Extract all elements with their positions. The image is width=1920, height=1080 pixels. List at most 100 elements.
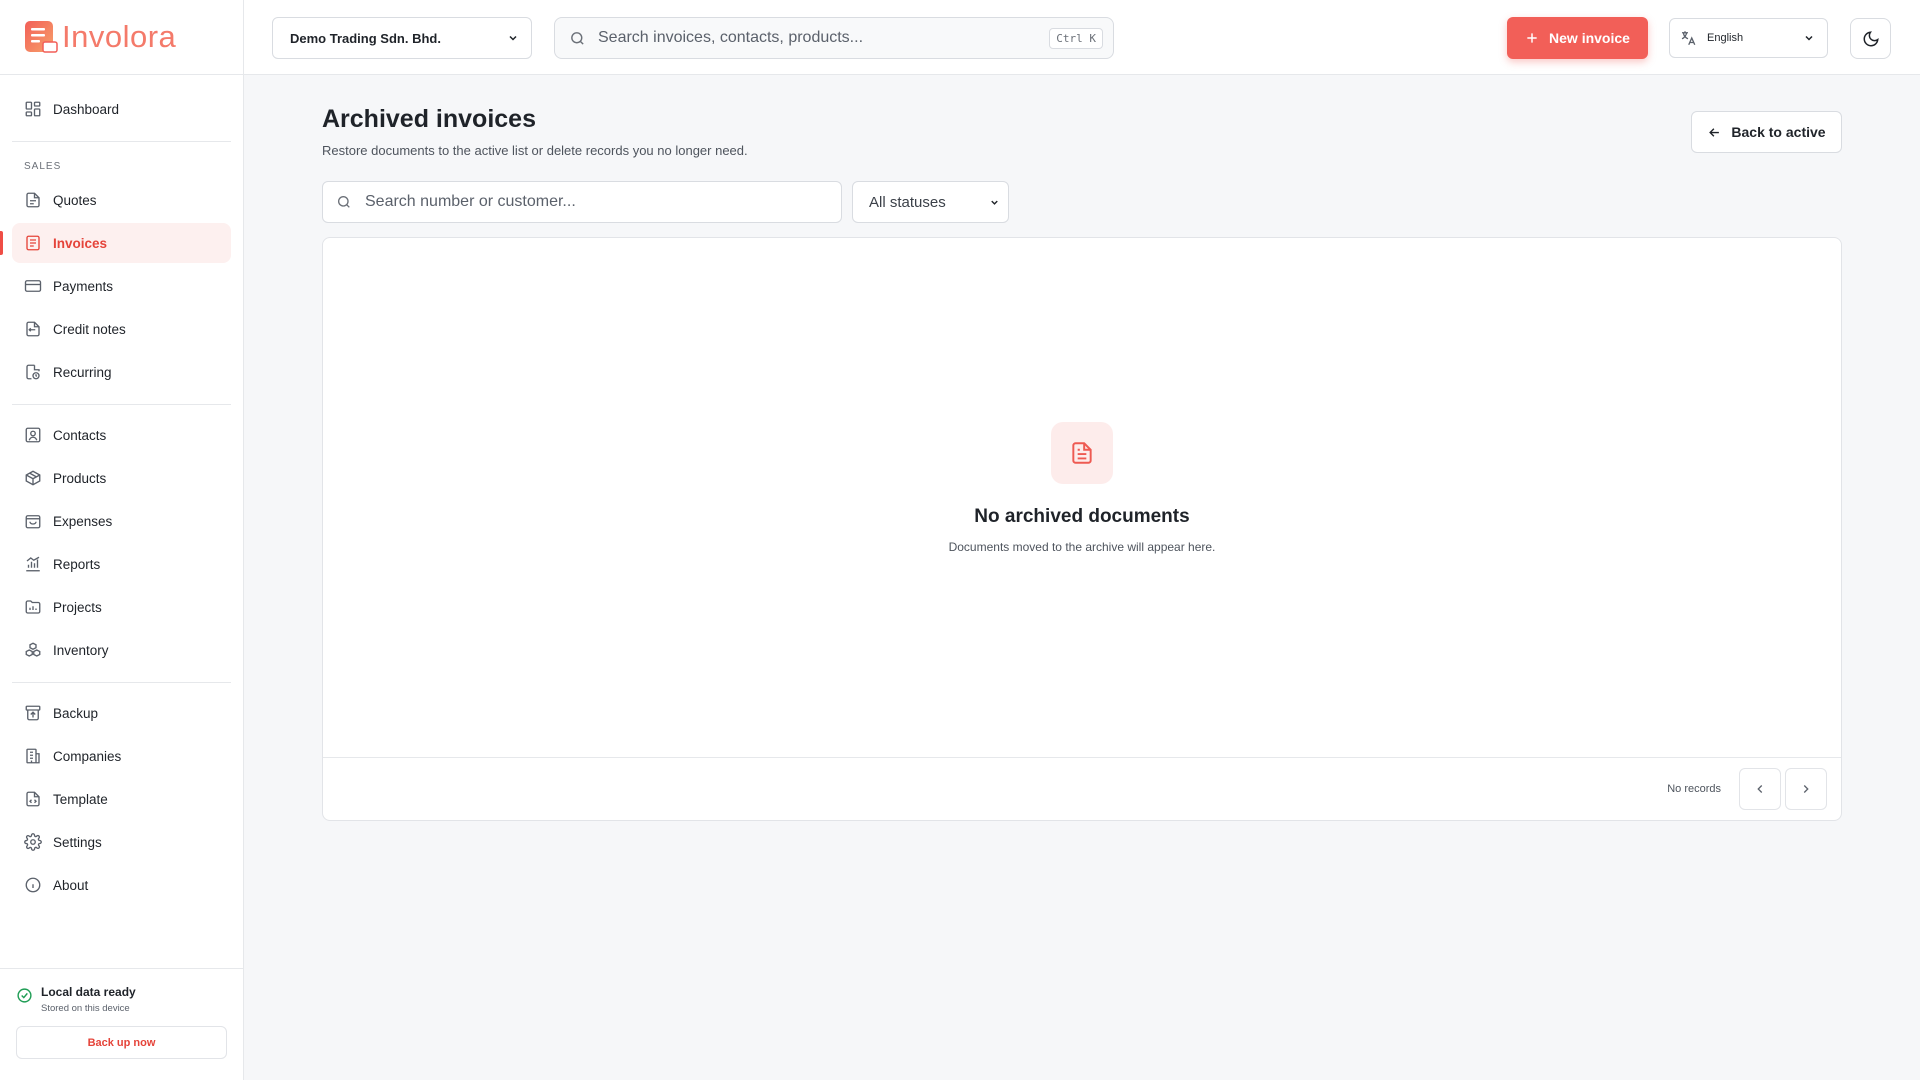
chevron-down-icon <box>509 35 517 41</box>
brand[interactable]: Involora <box>0 0 243 75</box>
topbar: Demo Trading Sdn. Bhd. Ctrl K New invoic… <box>244 0 1920 75</box>
status-filter-value: All statuses <box>869 193 946 211</box>
sidebar-item-about[interactable]: About <box>12 865 231 905</box>
empty-state: No archived documents Documents moved to… <box>323 422 1841 554</box>
back-to-active-label: Back to active <box>1731 124 1826 140</box>
sidebar-item-products[interactable]: Products <box>12 458 231 498</box>
sidebar: Involora Dashboard SALES Quotes Invoices… <box>0 0 244 1080</box>
sidebar-item-label: Quotes <box>53 192 97 208</box>
empty-state-subtitle: Documents moved to the archive will appe… <box>948 540 1216 554</box>
archive-icon <box>25 705 41 721</box>
sidebar-item-label: Companies <box>53 748 122 764</box>
brand-logo-icon <box>25 21 58 53</box>
sidebar-item-invoices[interactable]: Invoices <box>0 223 231 263</box>
translate-icon <box>1681 31 1696 46</box>
new-invoice-button[interactable]: New invoice <box>1507 17 1648 59</box>
theme-toggle-button[interactable] <box>1850 18 1891 59</box>
gear-icon <box>24 833 42 851</box>
box-icon <box>25 470 41 486</box>
sidebar-item-payments[interactable]: Payments <box>12 266 231 306</box>
boxes-icon <box>25 642 41 657</box>
chevron-down-icon <box>991 200 998 205</box>
new-invoice-label: New invoice <box>1549 30 1630 46</box>
sidebar-item-recurring[interactable]: Recurring <box>12 352 231 392</box>
chart-icon <box>26 556 40 572</box>
status-title: Local data ready <box>41 985 136 999</box>
global-search-input[interactable] <box>598 29 1050 47</box>
archive-table-panel: No archived documents Documents moved to… <box>322 237 1842 821</box>
sidebar-item-label: Inventory <box>53 642 109 658</box>
sidebar-item-contacts[interactable]: Contacts <box>12 415 231 455</box>
sidebar-item-label: Dashboard <box>53 101 120 117</box>
chevron-down-icon <box>1805 35 1813 41</box>
nav-divider <box>12 141 231 142</box>
sidebar-item-label: Products <box>53 470 107 486</box>
previous-page-button[interactable] <box>1739 768 1781 810</box>
quote-icon <box>26 192 40 208</box>
pagination-bar: No records <box>323 757 1841 820</box>
invoice-icon <box>26 235 40 251</box>
empty-state-icon-wrap <box>1051 422 1113 484</box>
sidebar-item-label: Expenses <box>53 513 113 529</box>
contacts-icon <box>25 427 41 443</box>
local-data-status: Local data ready Stored on this device <box>16 985 227 1014</box>
status-subtitle: Stored on this device <box>41 1003 130 1014</box>
nav-divider <box>12 682 231 683</box>
page-title: Archived invoices <box>322 105 536 133</box>
sidebar-item-expenses[interactable]: Expenses <box>12 501 231 541</box>
company-select[interactable]: Demo Trading Sdn. Bhd. <box>272 17 532 59</box>
sidebar-item-credit-notes[interactable]: Credit notes <box>12 309 231 349</box>
sidebar-item-label: Payments <box>53 278 114 294</box>
next-page-button[interactable] <box>1785 768 1827 810</box>
sidebar-item-label: Contacts <box>53 427 107 443</box>
sidebar-item-label: Template <box>53 791 108 807</box>
sidebar-item-label: About <box>53 877 89 893</box>
info-icon <box>25 877 41 893</box>
folder-icon <box>25 600 41 614</box>
moon-icon <box>1863 30 1879 46</box>
document-icon <box>1072 442 1092 464</box>
sidebar-item-backup[interactable]: Backup <box>12 693 231 733</box>
template-icon <box>26 791 40 807</box>
sidebar-item-template[interactable]: Template <box>12 779 231 819</box>
status-filter-select[interactable]: All statuses <box>852 181 1009 223</box>
archive-search[interactable] <box>322 181 842 223</box>
recurring-icon <box>26 364 40 380</box>
sidebar-item-reports[interactable]: Reports <box>12 544 231 584</box>
sidebar-footer: Local data ready Stored on this device B… <box>0 968 243 1080</box>
sidebar-nav: Dashboard SALES Quotes Invoices Payments… <box>0 75 243 905</box>
empty-state-title: No archived documents <box>974 506 1190 527</box>
global-search[interactable]: Ctrl K <box>554 17 1114 59</box>
back-up-now-button[interactable]: Back up now <box>16 1026 227 1059</box>
sidebar-item-label: Backup <box>53 705 99 721</box>
credit-note-icon <box>26 321 40 337</box>
sidebar-item-dashboard[interactable]: Dashboard <box>12 89 231 129</box>
sidebar-item-label: Settings <box>53 834 102 850</box>
archive-search-input[interactable] <box>365 193 841 211</box>
sidebar-item-label: Reports <box>53 556 101 572</box>
arrow-left-icon <box>1709 127 1720 137</box>
wallet-icon <box>25 515 41 529</box>
sidebar-item-companies[interactable]: Companies <box>12 736 231 776</box>
sidebar-item-settings[interactable]: Settings <box>12 822 231 862</box>
sidebar-item-inventory[interactable]: Inventory <box>12 630 231 670</box>
card-icon <box>24 280 42 292</box>
company-select-value: Demo Trading Sdn. Bhd. <box>290 30 441 46</box>
dashboard-icon <box>25 101 41 117</box>
check-circle-icon <box>17 988 32 1003</box>
sidebar-item-projects[interactable]: Projects <box>12 587 231 627</box>
language-select-value: English <box>1707 32 1744 44</box>
back-to-active-button[interactable]: Back to active <box>1691 111 1842 153</box>
sidebar-item-label: Invoices <box>53 235 108 251</box>
search-icon <box>338 196 350 208</box>
language-select[interactable]: English <box>1669 18 1828 58</box>
building-icon <box>26 748 40 764</box>
chevron-left-icon <box>1757 785 1763 793</box>
search-icon <box>571 31 584 45</box>
nav-section-sales: SALES <box>24 160 62 172</box>
plus-icon <box>1527 33 1537 43</box>
chevron-right-icon <box>1803 785 1809 793</box>
records-count: No records <box>1667 783 1721 795</box>
shortcut-hint: Ctrl K <box>1049 27 1103 49</box>
sidebar-item-quotes[interactable]: Quotes <box>12 180 231 220</box>
